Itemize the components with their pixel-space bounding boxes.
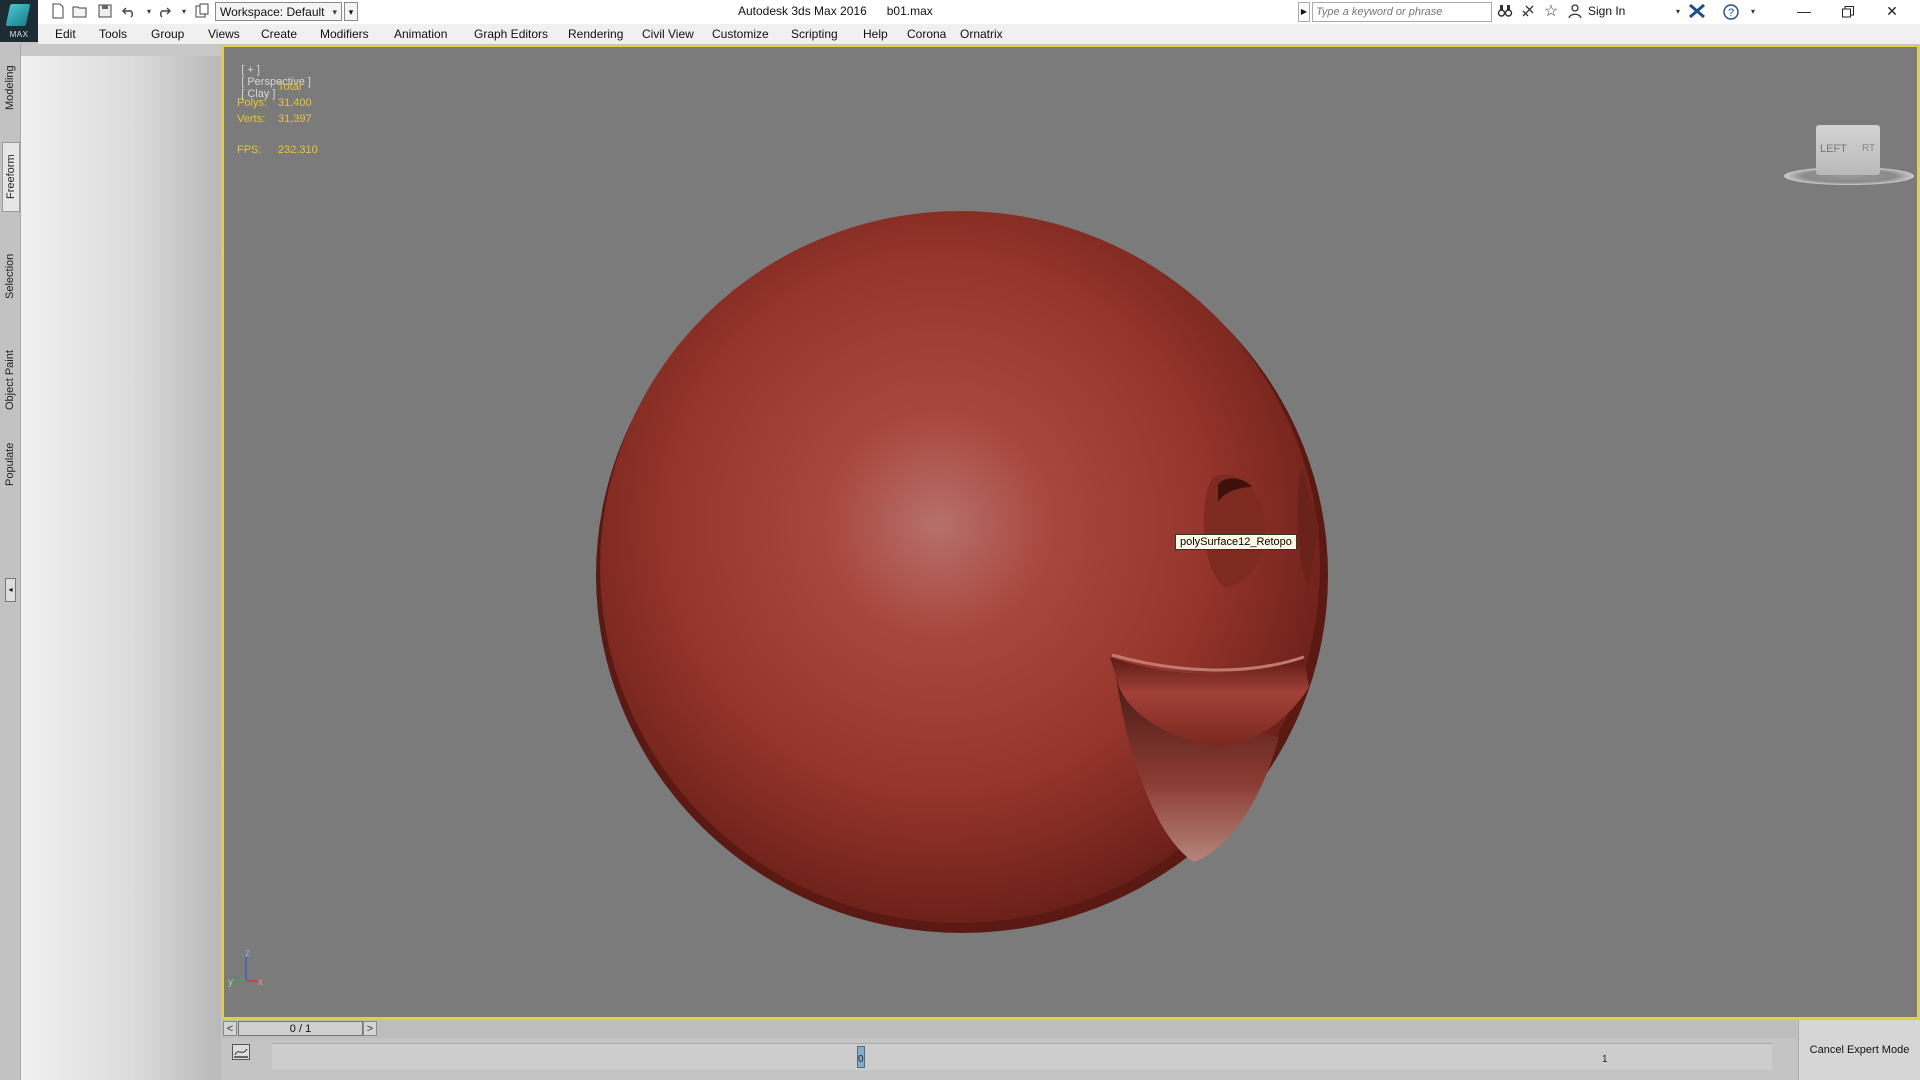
sign-in-link[interactable]: Sign In	[1588, 4, 1625, 18]
perspective-viewport[interactable]: [ + ] [ Perspective ] [ Clay ] Total Pol…	[222, 45, 1919, 1019]
head-mesh-object[interactable]	[224, 47, 1919, 1019]
workspace-label: Workspace: Default	[220, 5, 325, 19]
customize-quick-access-button[interactable]: ▾	[344, 2, 358, 21]
menu-customize[interactable]: Customize	[712, 27, 769, 41]
menu-bar: Edit Tools Group Views Create Modifiers …	[38, 24, 1920, 44]
title-bar: MAX ▾ ▾ Workspace: Default ▾ ▾ Autodesk …	[0, 0, 1920, 42]
viewcube-face-right[interactable]: RT	[1862, 143, 1875, 154]
track-tick-end: 1	[1602, 1054, 1608, 1065]
3dsmax-logo-icon	[5, 4, 31, 26]
sign-in-dropdown-icon[interactable]: ▾	[1669, 3, 1687, 21]
svg-text:?: ?	[1728, 7, 1734, 19]
ribbon-tab-strip: Modeling Freeform Selection Object Paint…	[0, 44, 21, 1080]
time-slider-next-button[interactable]: >	[363, 1021, 377, 1036]
ribbon-tab-populate[interactable]: Populate	[2, 434, 18, 494]
menu-edit[interactable]: Edit	[55, 27, 76, 41]
new-file-icon[interactable]	[49, 3, 67, 21]
menu-ornatrix[interactable]: Ornatrix	[960, 27, 1003, 41]
user-icon[interactable]	[1566, 3, 1584, 21]
menu-modifiers[interactable]: Modifiers	[320, 27, 369, 41]
ribbon-tab-modeling[interactable]: Modeling	[2, 58, 18, 118]
communication-center-icon[interactable]	[1519, 3, 1537, 21]
undo-icon[interactable]	[120, 3, 138, 21]
ribbon-tab-selection[interactable]: Selection	[2, 246, 18, 306]
axis-y-label: y	[228, 977, 233, 988]
menu-animation[interactable]: Animation	[394, 27, 447, 41]
favorites-star-icon[interactable]: ☆	[1542, 3, 1560, 21]
workspace-dropdown[interactable]: Workspace: Default ▾	[215, 2, 342, 21]
project-folder-icon[interactable]	[193, 3, 211, 21]
time-slider-thumb[interactable]: 0 / 1	[238, 1021, 363, 1036]
menu-scripting[interactable]: Scripting	[791, 27, 838, 41]
help-icon[interactable]: ?	[1722, 3, 1740, 21]
open-file-icon[interactable]	[71, 3, 89, 21]
axis-x-label: x	[258, 977, 263, 988]
app-logo-text: MAX	[9, 30, 29, 39]
search-input[interactable]	[1312, 2, 1492, 22]
help-dropdown-icon[interactable]: ▾	[1744, 3, 1762, 21]
time-slider-prev-button[interactable]: <	[223, 1021, 237, 1036]
time-slider[interactable]: < 0 / 1 >	[222, 1020, 1797, 1038]
menu-rendering[interactable]: Rendering	[568, 27, 623, 41]
cancel-expert-mode-button[interactable]: Cancel Expert Mode	[1798, 1020, 1920, 1080]
close-button[interactable]: ✕	[1870, 0, 1914, 24]
binoculars-search-icon[interactable]	[1496, 3, 1514, 21]
viewcube[interactable]: LEFT RT	[1764, 107, 1914, 227]
ribbon-panel-header	[21, 44, 221, 56]
redo-dropdown-icon[interactable]: ▾	[175, 3, 193, 21]
track-bar: 0 1	[222, 1040, 1797, 1078]
menu-graph-editors[interactable]: Graph Editors	[474, 27, 548, 41]
search-expand-icon[interactable]: ▶	[1298, 2, 1310, 22]
window-title: Autodesk 3ds Max 2016 b01.max	[738, 4, 933, 18]
application-menu-button[interactable]: MAX	[0, 0, 38, 42]
ribbon-tab-freeform[interactable]: Freeform	[2, 142, 20, 212]
chevron-down-icon: ▾	[332, 7, 337, 17]
ribbon-tab-object-paint[interactable]: Object Paint	[2, 340, 18, 420]
curve-editor-icon[interactable]	[232, 1044, 250, 1060]
ribbon-panel	[21, 56, 221, 1080]
menu-group[interactable]: Group	[151, 27, 184, 41]
save-icon[interactable]	[96, 3, 114, 21]
menu-create[interactable]: Create	[261, 27, 297, 41]
menu-help[interactable]: Help	[863, 27, 888, 41]
menu-corona[interactable]: Corona	[907, 27, 946, 41]
menu-civil-view[interactable]: Civil View	[642, 27, 694, 41]
object-name-tooltip: polySurface12_Retopo	[1175, 534, 1297, 550]
ribbon-expand-icon[interactable]: ◂	[5, 578, 16, 602]
track-tick-start: 0	[858, 1054, 864, 1065]
viewcube-face-left[interactable]: LEFT	[1820, 143, 1847, 155]
minimize-button[interactable]: —	[1782, 0, 1826, 24]
track-bar-ruler[interactable]: 0 1	[272, 1043, 1772, 1070]
menu-views[interactable]: Views	[208, 27, 240, 41]
axis-z-label: z	[245, 948, 250, 959]
redo-icon[interactable]	[155, 3, 173, 21]
menu-tools[interactable]: Tools	[99, 27, 127, 41]
restore-button[interactable]	[1826, 0, 1870, 24]
autodesk-exchange-icon[interactable]	[1688, 3, 1706, 21]
